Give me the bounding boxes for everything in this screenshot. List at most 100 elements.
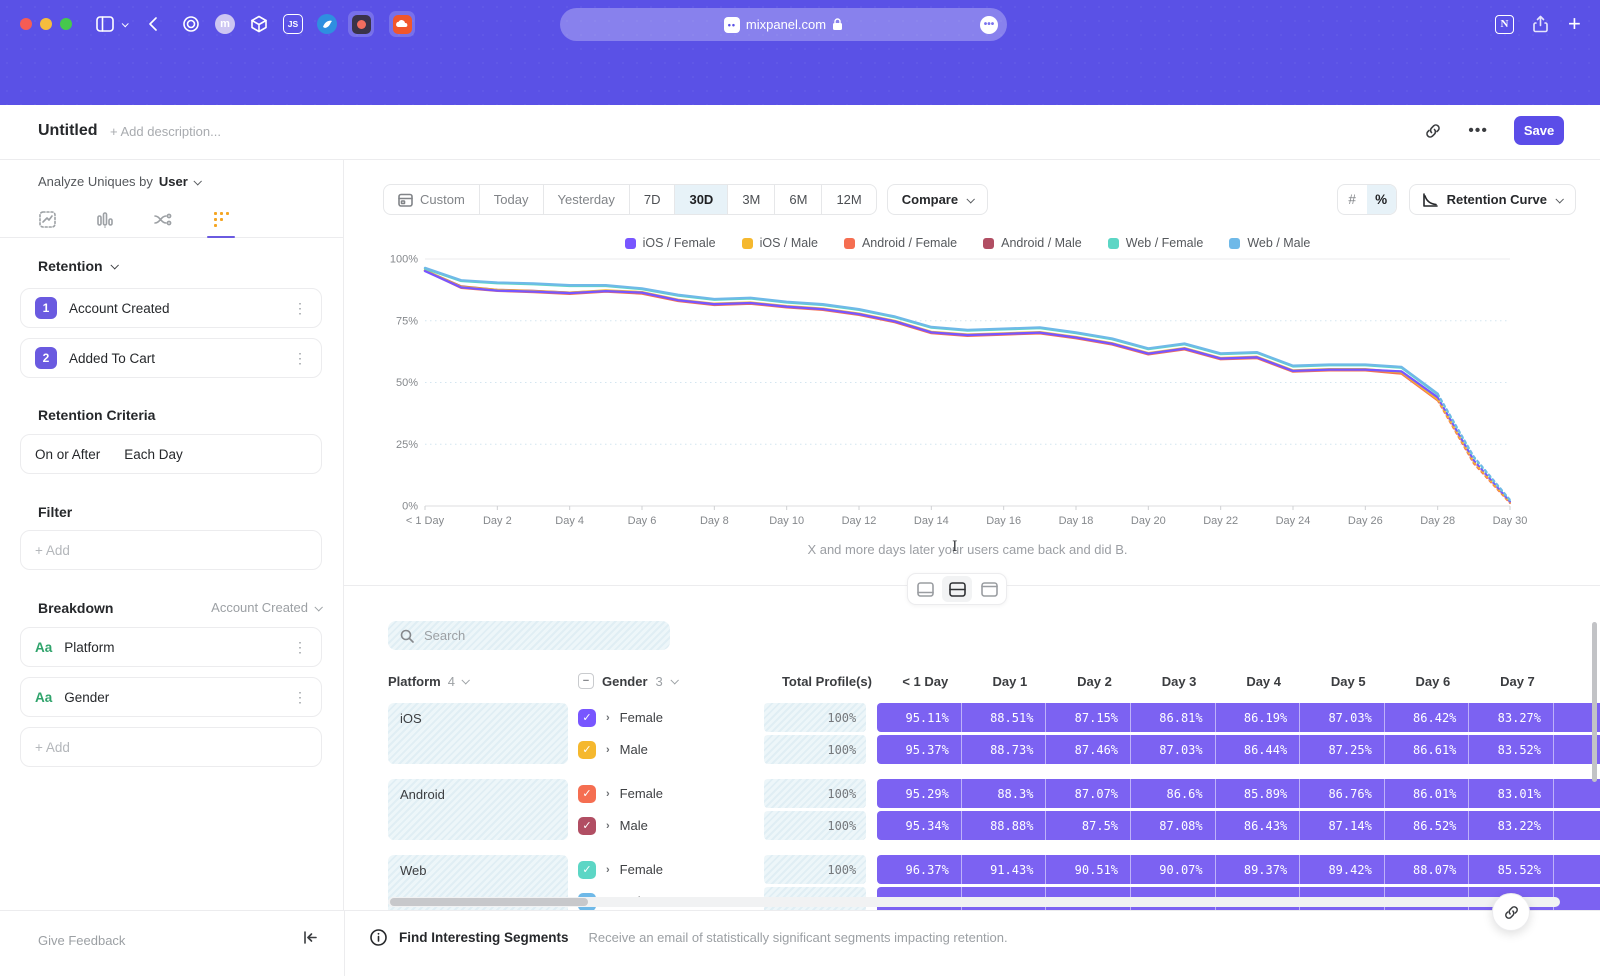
extension-cube-icon[interactable] [246,11,272,37]
table-search-input[interactable] [424,628,624,643]
platform-column-header[interactable]: Platform 4 [388,674,568,689]
day-column-header[interactable]: Day 1 [968,674,1053,689]
retention-value-cell[interactable]: 83.52% [1469,735,1554,764]
range-custom[interactable]: Custom [384,185,479,214]
retention-value-cell[interactable]: 88.07% [1385,855,1470,884]
horizontal-scrollbar-thumb[interactable] [390,898,588,906]
extension-m-icon[interactable]: m [212,11,238,37]
day-column-header[interactable]: Day 4 [1221,674,1306,689]
chevron-down-icon[interactable] [122,13,127,35]
kebab-menu-icon[interactable]: ⋮ [293,350,307,367]
kebab-menu-icon[interactable]: ⋮ [293,689,307,706]
retention-value-cell[interactable]: 86.6% [1131,779,1216,808]
expand-row-icon[interactable]: › [606,820,610,832]
kebab-menu-icon[interactable]: ⋮ [293,639,307,656]
close-traffic-light[interactable] [20,18,32,30]
day-column-header[interactable]: Day 3 [1137,674,1222,689]
retention-value-cell[interactable]: 91.43% [962,855,1047,884]
table-search[interactable] [388,621,670,650]
retention-value-cell[interactable]: 86.61% [1385,735,1470,764]
retention-section-label[interactable]: Retention [38,258,117,274]
vertical-scrollbar-thumb[interactable] [1592,622,1597,782]
total-column-header[interactable]: Total Profile(s) [768,674,872,689]
retention-value-cell[interactable]: 90.51% [1046,855,1131,884]
segment-checkbox[interactable]: ✓ [578,741,596,759]
tab-flows[interactable] [146,202,180,237]
day-column-header[interactable]: Day 6 [1391,674,1476,689]
retention-value-cell[interactable]: 95.11% [877,703,962,732]
report-description-placeholder[interactable]: + Add description... [110,124,221,139]
retention-step-card[interactable]: 2Added To Cart⋮ [20,338,322,378]
retention-value-cell[interactable]: 83.27% [1469,703,1554,732]
range-today[interactable]: Today [479,185,543,214]
url-more-icon[interactable]: ••• [980,16,998,34]
retention-value-cell[interactable]: 88.51% [962,703,1047,732]
expand-row-icon[interactable]: › [606,712,610,724]
share-link-fab[interactable] [1492,893,1530,931]
analyze-value[interactable]: User [159,174,188,189]
vertical-scrollbar[interactable] [1592,622,1597,910]
day-column-header[interactable]: Day 2 [1052,674,1137,689]
notion-icon[interactable]: N [1495,13,1514,35]
url-bar[interactable]: •• mixpanel.com ••• [560,8,1007,41]
layout-table-only-button[interactable] [974,576,1004,602]
extension-cloud-icon[interactable] [389,11,415,37]
link-icon[interactable] [1424,122,1442,140]
retention-value-cell[interactable]: 83.22% [1469,811,1554,840]
segment-checkbox[interactable]: ✓ [578,817,596,835]
breakdown-card[interactable]: AaGender⋮ [20,677,322,717]
extension-target-icon[interactable] [178,11,204,37]
retention-value-cell[interactable]: 86.52% [1385,811,1470,840]
retention-value-cell[interactable]: 88.73% [962,735,1047,764]
save-button[interactable]: Save [1514,116,1564,145]
retention-value-cell[interactable]: 85.52% [1469,855,1554,884]
new-tab-icon[interactable]: + [1568,13,1581,35]
report-title[interactable]: Untitled [38,122,98,140]
layout-chart-only-button[interactable] [910,576,940,602]
day-column-header[interactable]: Day 5 [1306,674,1391,689]
retention-value-cell[interactable]: 96.37% [877,855,962,884]
extension-bird-icon[interactable] [314,11,340,37]
retention-value-cell[interactable]: 87.08% [1131,811,1216,840]
give-feedback-link[interactable]: Give Feedback [38,933,125,948]
tab-funnels[interactable] [88,202,122,237]
find-segments-title[interactable]: Find Interesting Segments [399,930,569,945]
range-12m[interactable]: 12M [821,185,875,214]
range-7d[interactable]: 7D [629,185,675,214]
retention-criteria-card[interactable]: On or After Each Day [20,434,322,474]
range-yesterday[interactable]: Yesterday [543,185,629,214]
platform-cell[interactable]: iOS [388,703,568,764]
layout-split-button[interactable] [942,576,972,602]
tab-insights[interactable] [30,202,64,237]
retention-value-cell[interactable]: 90.07% [1131,855,1216,884]
retention-value-cell[interactable]: 86.81% [1131,703,1216,732]
breakdown-scope-dropdown[interactable]: Account Created [211,600,321,615]
retention-value-cell[interactable]: 87.5% [1046,811,1131,840]
retention-value-cell[interactable]: 87.25% [1300,735,1385,764]
day-column-header[interactable]: Day 7 [1475,674,1560,689]
zoom-traffic-light[interactable] [60,18,72,30]
retention-value-cell[interactable]: 95.29% [877,779,962,808]
retention-value-cell[interactable]: 87.15% [1046,703,1131,732]
percent-toggle[interactable]: % [1367,185,1396,214]
count-toggle[interactable]: # [1338,185,1367,214]
breakdown-card[interactable]: AaPlatform⋮ [20,627,322,667]
retention-value-cell[interactable]: 88.88% [962,811,1047,840]
retention-value-cell[interactable]: 87.07% [1046,779,1131,808]
kebab-menu-icon[interactable]: ⋮ [293,300,307,317]
collapse-sidebar-icon[interactable] [303,931,318,944]
platform-cell[interactable]: Android [388,779,568,840]
horizontal-scrollbar[interactable] [388,897,1560,907]
compare-button[interactable]: Compare [887,184,988,215]
retention-value-cell[interactable]: 86.76% [1300,779,1385,808]
extension-js-icon[interactable]: JS [280,11,306,37]
back-icon[interactable] [148,13,158,35]
range-3m[interactable]: 3M [727,185,774,214]
day-column-header[interactable]: < 1 Day [883,674,968,689]
segment-checkbox[interactable]: ✓ [578,861,596,879]
retention-value-cell[interactable]: 86.42% [1385,703,1470,732]
breakdown-add-button[interactable]: + Add [20,727,322,767]
extension-reddot-icon[interactable] [348,11,374,37]
expand-row-icon[interactable]: › [606,744,610,756]
range-30d[interactable]: 30D [674,185,727,214]
